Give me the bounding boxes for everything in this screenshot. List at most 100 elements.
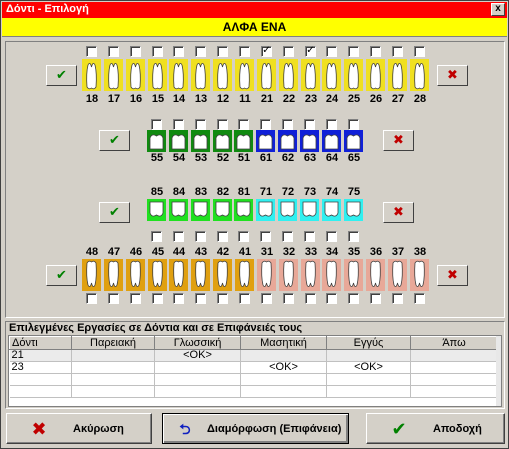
tooth-11[interactable]	[235, 59, 254, 91]
tooth-71[interactable]	[256, 199, 275, 221]
table-cell[interactable]: 21	[9, 349, 72, 362]
tooth-checkbox-16[interactable]	[130, 46, 141, 57]
tooth-23[interactable]	[301, 59, 320, 91]
tooth-checkbox-45[interactable]	[152, 293, 163, 304]
tooth-21[interactable]	[257, 59, 276, 91]
tooth-51[interactable]	[234, 130, 253, 152]
table-cell[interactable]	[240, 385, 327, 398]
table-row[interactable]: 23 <OK> <OK>	[9, 361, 498, 374]
column-header[interactable]: Άπω	[410, 336, 498, 350]
tooth-checkbox-37[interactable]	[392, 293, 403, 304]
tooth-65[interactable]	[344, 130, 363, 152]
tooth-55[interactable]	[147, 130, 166, 152]
tooth-checkbox-18[interactable]	[86, 46, 97, 57]
table-cell[interactable]	[326, 373, 411, 386]
tooth-checkbox-34[interactable]	[326, 293, 337, 304]
tooth-checkbox-15[interactable]	[152, 46, 163, 57]
tooth-25[interactable]	[344, 59, 363, 91]
tooth-checkbox-48[interactable]	[86, 293, 97, 304]
tooth-checkbox-65[interactable]	[348, 119, 359, 130]
tooth-checkbox-14[interactable]	[173, 46, 184, 57]
column-header[interactable]: Γλωσσική	[154, 336, 241, 350]
tooth-checkbox-72[interactable]	[282, 231, 293, 242]
row-select-all-button[interactable]: ✔	[99, 130, 130, 151]
grid-scrollbar[interactable]	[496, 336, 501, 406]
row-select-all-button[interactable]: ✔	[46, 65, 77, 86]
row-clear-button[interactable]: ✖	[383, 130, 414, 151]
tooth-checkbox-17[interactable]	[108, 46, 119, 57]
tooth-checkbox-81[interactable]	[238, 231, 249, 242]
configure-surface-button[interactable]: ⮌ Διαμόρφωση (Επιφάνεια)	[162, 413, 349, 444]
tooth-checkbox-24[interactable]	[326, 46, 337, 57]
tooth-checkbox-75[interactable]	[348, 231, 359, 242]
tooth-38[interactable]	[410, 259, 429, 291]
table-cell[interactable]: <OK>	[240, 361, 327, 374]
table-cell[interactable]	[410, 385, 498, 398]
tooth-checkbox-12[interactable]	[217, 46, 228, 57]
table-row[interactable]	[9, 373, 498, 386]
tooth-checkbox-42[interactable]	[217, 293, 228, 304]
tooth-73[interactable]	[300, 199, 319, 221]
tooth-checkbox-85[interactable]	[151, 231, 162, 242]
tooth-84[interactable]	[169, 199, 188, 221]
tooth-checkbox-52[interactable]	[217, 119, 228, 130]
tooth-44[interactable]	[169, 259, 188, 291]
column-header[interactable]: Παρειακή	[71, 336, 155, 350]
tooth-33[interactable]	[301, 259, 320, 291]
tooth-checkbox-74[interactable]	[326, 231, 337, 242]
tooth-85[interactable]	[147, 199, 166, 221]
table-cell[interactable]	[410, 349, 498, 362]
table-cell[interactable]: <OK>	[154, 349, 241, 362]
tooth-72[interactable]	[278, 199, 297, 221]
table-cell[interactable]	[326, 385, 411, 398]
tooth-48[interactable]	[82, 259, 101, 291]
table-cell[interactable]	[71, 385, 155, 398]
table-cell[interactable]	[154, 373, 241, 386]
tooth-31[interactable]	[257, 259, 276, 291]
tooth-checkbox-27[interactable]	[392, 46, 403, 57]
tooth-74[interactable]	[322, 199, 341, 221]
tooth-checkbox-44[interactable]	[173, 293, 184, 304]
row-clear-button[interactable]: ✖	[437, 265, 468, 286]
tooth-82[interactable]	[213, 199, 232, 221]
tooth-checkbox-38[interactable]	[414, 293, 425, 304]
tooth-checkbox-61[interactable]	[260, 119, 271, 130]
tooth-checkbox-62[interactable]	[282, 119, 293, 130]
table-cell[interactable]	[410, 361, 498, 374]
tooth-checkbox-36[interactable]	[370, 293, 381, 304]
cancel-button[interactable]: ✖ Ακύρωση	[6, 413, 152, 444]
tooth-17[interactable]	[104, 59, 123, 91]
tooth-checkbox-23[interactable]: ✓	[305, 46, 316, 57]
tooth-13[interactable]	[191, 59, 210, 91]
tooth-checkbox-22[interactable]	[283, 46, 294, 57]
tooth-checkbox-64[interactable]	[326, 119, 337, 130]
table-cell[interactable]	[9, 385, 72, 398]
table-cell[interactable]	[154, 385, 241, 398]
tooth-47[interactable]	[104, 259, 123, 291]
row-clear-button[interactable]: ✖	[437, 65, 468, 86]
tooth-62[interactable]	[278, 130, 297, 152]
table-cell[interactable]	[71, 373, 155, 386]
tooth-checkbox-71[interactable]	[260, 231, 271, 242]
tooth-checkbox-73[interactable]	[304, 231, 315, 242]
tooth-18[interactable]	[82, 59, 101, 91]
tooth-46[interactable]	[126, 259, 145, 291]
works-grid[interactable]: Δόντι Παρειακή Γλωσσική Μασητική Εγγύς Άπω 21…	[8, 335, 502, 407]
tooth-75[interactable]	[344, 199, 363, 221]
tooth-checkbox-47[interactable]	[108, 293, 119, 304]
tooth-28[interactable]	[410, 59, 429, 91]
tooth-checkbox-33[interactable]	[305, 293, 316, 304]
close-button[interactable]: x	[491, 3, 505, 16]
tooth-43[interactable]	[191, 259, 210, 291]
tooth-checkbox-55[interactable]	[151, 119, 162, 130]
tooth-checkbox-83[interactable]	[195, 231, 206, 242]
tooth-63[interactable]	[300, 130, 319, 152]
tooth-37[interactable]	[388, 259, 407, 291]
tooth-24[interactable]	[322, 59, 341, 91]
tooth-checkbox-32[interactable]	[283, 293, 294, 304]
table-row[interactable]: 21 <OK>	[9, 349, 498, 362]
tooth-checkbox-28[interactable]	[414, 46, 425, 57]
accept-button[interactable]: ✔ Αποδοχή	[366, 413, 505, 444]
tooth-81[interactable]	[234, 199, 253, 221]
tooth-27[interactable]	[388, 59, 407, 91]
